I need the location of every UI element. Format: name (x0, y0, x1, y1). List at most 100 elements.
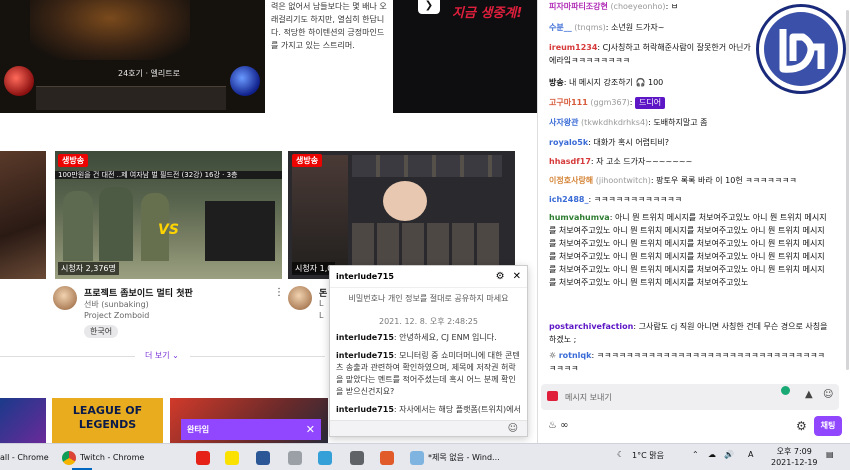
emote-picker-icon[interactable]: ☺ (823, 389, 833, 400)
clock-date: 2021-12-19 (771, 458, 818, 467)
stream-title[interactable]: 프로젝트 좀보이드 멀티 첫판 (84, 286, 193, 299)
stream-title[interactable]: 돈 (319, 286, 327, 299)
chrome-icon (62, 450, 76, 465)
bits-icon[interactable]: ▲ (805, 389, 813, 400)
weather-text[interactable]: 1°C 맑음 (632, 450, 664, 461)
notification-dot (781, 386, 790, 395)
chat-user-id: (choeyeonho) (610, 2, 666, 11)
stream-thumbnail-partial[interactable] (0, 151, 46, 279)
taskbar-app-chrome[interactable]: all - Chrome (0, 448, 49, 467)
chat-username[interactable]: 사자왕관 (549, 118, 578, 127)
chat-message: 이정호사랑해 (jihoontwitch): 팡토우 록록 바라 이 10헌 ㅋ… (549, 176, 797, 185)
clock-time: 오후 7:09 (776, 447, 812, 456)
featured-stream-video[interactable]: 24호기 · 엘리트로 (0, 0, 265, 113)
taskbar-word-icon[interactable] (256, 448, 274, 467)
chat-username[interactable]: ich2488_ (549, 195, 588, 204)
chat-username[interactable]: royalo5k (549, 138, 588, 147)
stream-thumbnail[interactable] (288, 151, 515, 279)
taskbar-kakaotalk-icon[interactable] (225, 448, 243, 467)
whisper-username[interactable]: interlude715 (336, 272, 488, 281)
category-league-of-legends[interactable]: LEAGUE OF LEGENDS (52, 398, 163, 443)
message-author[interactable]: interlude715 (336, 333, 394, 342)
close-icon[interactable]: ✕ (306, 423, 315, 436)
system-clock[interactable]: 오후 7:09 2021-12-19 (771, 446, 818, 468)
chat-username[interactable]: postarchivefaction (549, 322, 633, 331)
youtube-icon (196, 450, 210, 465)
taskbar-app-icon[interactable] (380, 448, 398, 467)
chat-message: 사자왕관 (tkwkdhkdrhks4): 도배하지말고 좀 (549, 118, 708, 127)
channel-name[interactable]: L (319, 299, 323, 308)
chat-username[interactable]: ireum1234 (549, 43, 597, 52)
chat-text: 내 메시지 강조하기 🎧 100 (568, 78, 664, 87)
volume-icon[interactable]: 🔊 (724, 450, 734, 459)
divider (190, 356, 325, 357)
chat-text: 도배하지말고 좀 (653, 118, 708, 127)
chat-scrollbar[interactable] (846, 10, 849, 370)
live-badge: 생방송 (292, 154, 323, 167)
taskbar-app-icon[interactable] (318, 448, 336, 467)
chat-username[interactable]: 이정호사랑해 (549, 176, 593, 185)
taskbar-app-label: all - Chrome (0, 453, 49, 462)
taskbar-app-icon[interactable] (350, 448, 368, 467)
chat-text: 소년원 드가자~ (611, 23, 665, 32)
chat-username[interactable]: humvahumva (549, 213, 610, 222)
promo-banner-text: 지금 생중계! (452, 6, 523, 21)
chat-input-placeholder: 메시지 보내기 (565, 393, 612, 402)
chat-user-id: (ggm367) (590, 98, 630, 107)
chat-input[interactable]: 메시지 보내기 ▲ ☺ (541, 384, 839, 410)
game-level-text: 24호기 · 엘리트로 (118, 69, 180, 78)
raid-banner[interactable]: 완타임 ✕ (181, 419, 321, 440)
show-more-button[interactable]: 더 보기 ⌄ (145, 350, 179, 361)
chat-username: 방송 (549, 78, 564, 87)
emote-icon[interactable]: ☺ (508, 423, 518, 434)
chat-username[interactable]: rotnlqk (559, 351, 592, 360)
tray-overflow-icon[interactable]: ⌃ (692, 450, 699, 459)
message-author[interactable]: interlude715 (336, 351, 394, 360)
whisper-message: interlude715: 모니터링 중 쇼미더머니에 대한 콘텐츠 송출과 관… (336, 351, 520, 396)
more-options-icon[interactable]: ⋮ (274, 287, 284, 298)
channel-points-balance[interactable]: ♨ ∞ (548, 420, 569, 431)
channel-name[interactable]: 선바 (sunbaking) (84, 299, 149, 310)
chat-username[interactable]: hhasdf17 (549, 157, 591, 166)
taskbar-app-twitch-chrome[interactable]: Twitch - Chrome (62, 448, 145, 470)
gear-icon[interactable]: ⚙ (496, 271, 505, 282)
taskbar-app-notepad[interactable]: *제목 없음 - Wind... (410, 448, 500, 467)
taskbar-youtube-icon[interactable] (196, 448, 214, 467)
chat-settings-gear-icon[interactable]: ⚙ (796, 419, 807, 433)
chat-username[interactable]: 고구마111 (549, 98, 588, 107)
whisper-window: interlude715 ⚙ ✕ 비밀번호나 개인 정보를 절대로 공유하지 마… (329, 265, 528, 437)
app-icon (350, 450, 364, 465)
kakaotalk-icon (225, 450, 239, 465)
chat-text: CJ사칭하고 허락해준사람이 잘못한거 아닌가 (602, 43, 751, 52)
close-icon[interactable]: ✕ (513, 271, 521, 282)
category-name[interactable]: Project Zomboid (84, 311, 149, 320)
taskbar-app-icon[interactable] (288, 448, 306, 467)
mana-orb (230, 66, 260, 96)
chat-highlight-chip: 드디어 (635, 97, 666, 109)
taskbar-app-label: *제목 없음 - Wind... (428, 453, 500, 462)
chat-username[interactable]: 수분__ (549, 23, 572, 32)
notification-center-icon[interactable]: ▤ (826, 450, 834, 459)
message-author[interactable]: interlude715 (336, 405, 394, 414)
send-chat-button[interactable]: 채팅 (814, 416, 842, 436)
category-thumbnail[interactable] (0, 398, 46, 443)
chat-username[interactable]: 피자마파티조강현 (549, 2, 608, 11)
chat-user-id: (tkwkdhkdrhks4) (581, 118, 649, 127)
chat-text: 대화가 혹시 어렵티비? (593, 138, 670, 147)
chat-text: ㅋㅋㅋㅋㅋㅋㅋㅋㅋㅋㅋㅋㅋㅋㅋㅋㅋㅋㅋㅋㅋㅋㅋㅋㅋㅋㅋㅋㅋㅋㅋㅋㅋㅋㅋ (549, 351, 825, 373)
carousel-next-button[interactable]: ❯ (418, 0, 440, 14)
channel-avatar[interactable] (53, 286, 77, 310)
channel-points-icon[interactable] (547, 391, 558, 401)
network-icon[interactable]: ☁ (708, 450, 716, 459)
weather-icon[interactable]: ☾ (617, 450, 624, 459)
message-text: 안녕하세요, CJ ENM 입니다. (399, 333, 497, 342)
language-tag[interactable]: 한국어 (84, 325, 119, 338)
channel-avatar[interactable] (288, 286, 312, 310)
health-orb (4, 66, 34, 96)
chat-text: ㅂ (670, 2, 679, 11)
whisper-timestamp: 2021. 12. 8. 오후 2:48:25 (379, 317, 478, 326)
taskbar-app-label: Twitch - Chrome (80, 453, 145, 462)
language-indicator[interactable]: A (748, 450, 753, 459)
category-name[interactable]: L (319, 311, 323, 320)
whisper-input[interactable]: ☺ (330, 420, 527, 436)
